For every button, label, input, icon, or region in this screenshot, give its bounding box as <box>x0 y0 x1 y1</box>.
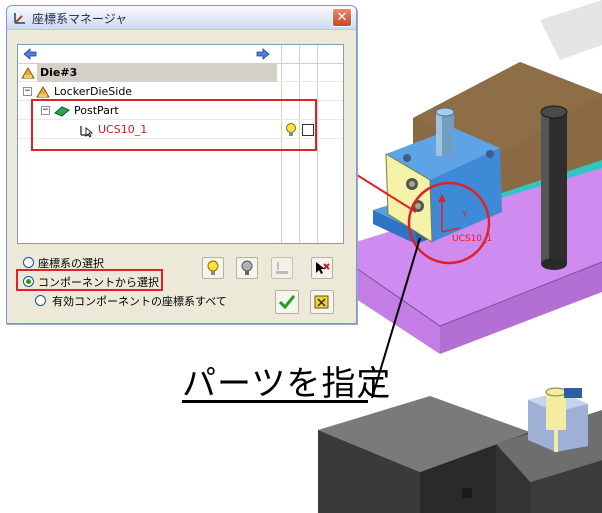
move-to-ground-icon <box>276 262 288 274</box>
callout-underline <box>182 400 368 403</box>
tree-label: Die#3 <box>40 66 78 79</box>
delete-button[interactable] <box>311 257 333 279</box>
tree-label: LockerDieSide <box>54 85 133 98</box>
arrow-right-icon[interactable] <box>255 47 271 61</box>
collapse-icon[interactable]: − <box>23 87 32 96</box>
reset-icon <box>314 295 329 309</box>
move-button[interactable] <box>271 257 293 279</box>
assembly-icon <box>21 67 35 79</box>
reset-button[interactable] <box>310 290 334 314</box>
cursor-delete-icon <box>316 262 330 274</box>
model-ucs-label: UCS10_1 <box>452 234 493 244</box>
show-button[interactable] <box>202 257 224 279</box>
assembly-icon <box>36 86 50 98</box>
lightbulb-on-icon <box>207 260 219 275</box>
radio-all-active-coordinates[interactable] <box>35 295 46 306</box>
option-label: 有効コンポーネントの座標系すべて <box>52 295 227 308</box>
highlight-box-option <box>16 269 163 291</box>
radio-select-coordinate[interactable] <box>23 257 34 268</box>
dialog-title: 座標系マネージャ <box>32 12 128 26</box>
arrow-left-icon[interactable] <box>22 47 38 61</box>
hide-button[interactable] <box>236 257 258 279</box>
callout-text: パーツを指定 <box>182 364 392 404</box>
title-bar: 座標系マネージャ ✕ <box>7 6 356 30</box>
tree-header <box>18 45 343 64</box>
coordinate-system-icon <box>14 13 25 24</box>
ok-check-icon <box>278 295 296 310</box>
model-axis-y-label: Y <box>462 210 468 220</box>
close-button[interactable]: ✕ <box>332 8 352 27</box>
lightbulb-off-icon <box>241 260 253 275</box>
tree-row-die[interactable]: Die#3 <box>18 64 343 82</box>
ok-button[interactable] <box>275 290 299 314</box>
highlight-box-tree <box>31 99 317 151</box>
